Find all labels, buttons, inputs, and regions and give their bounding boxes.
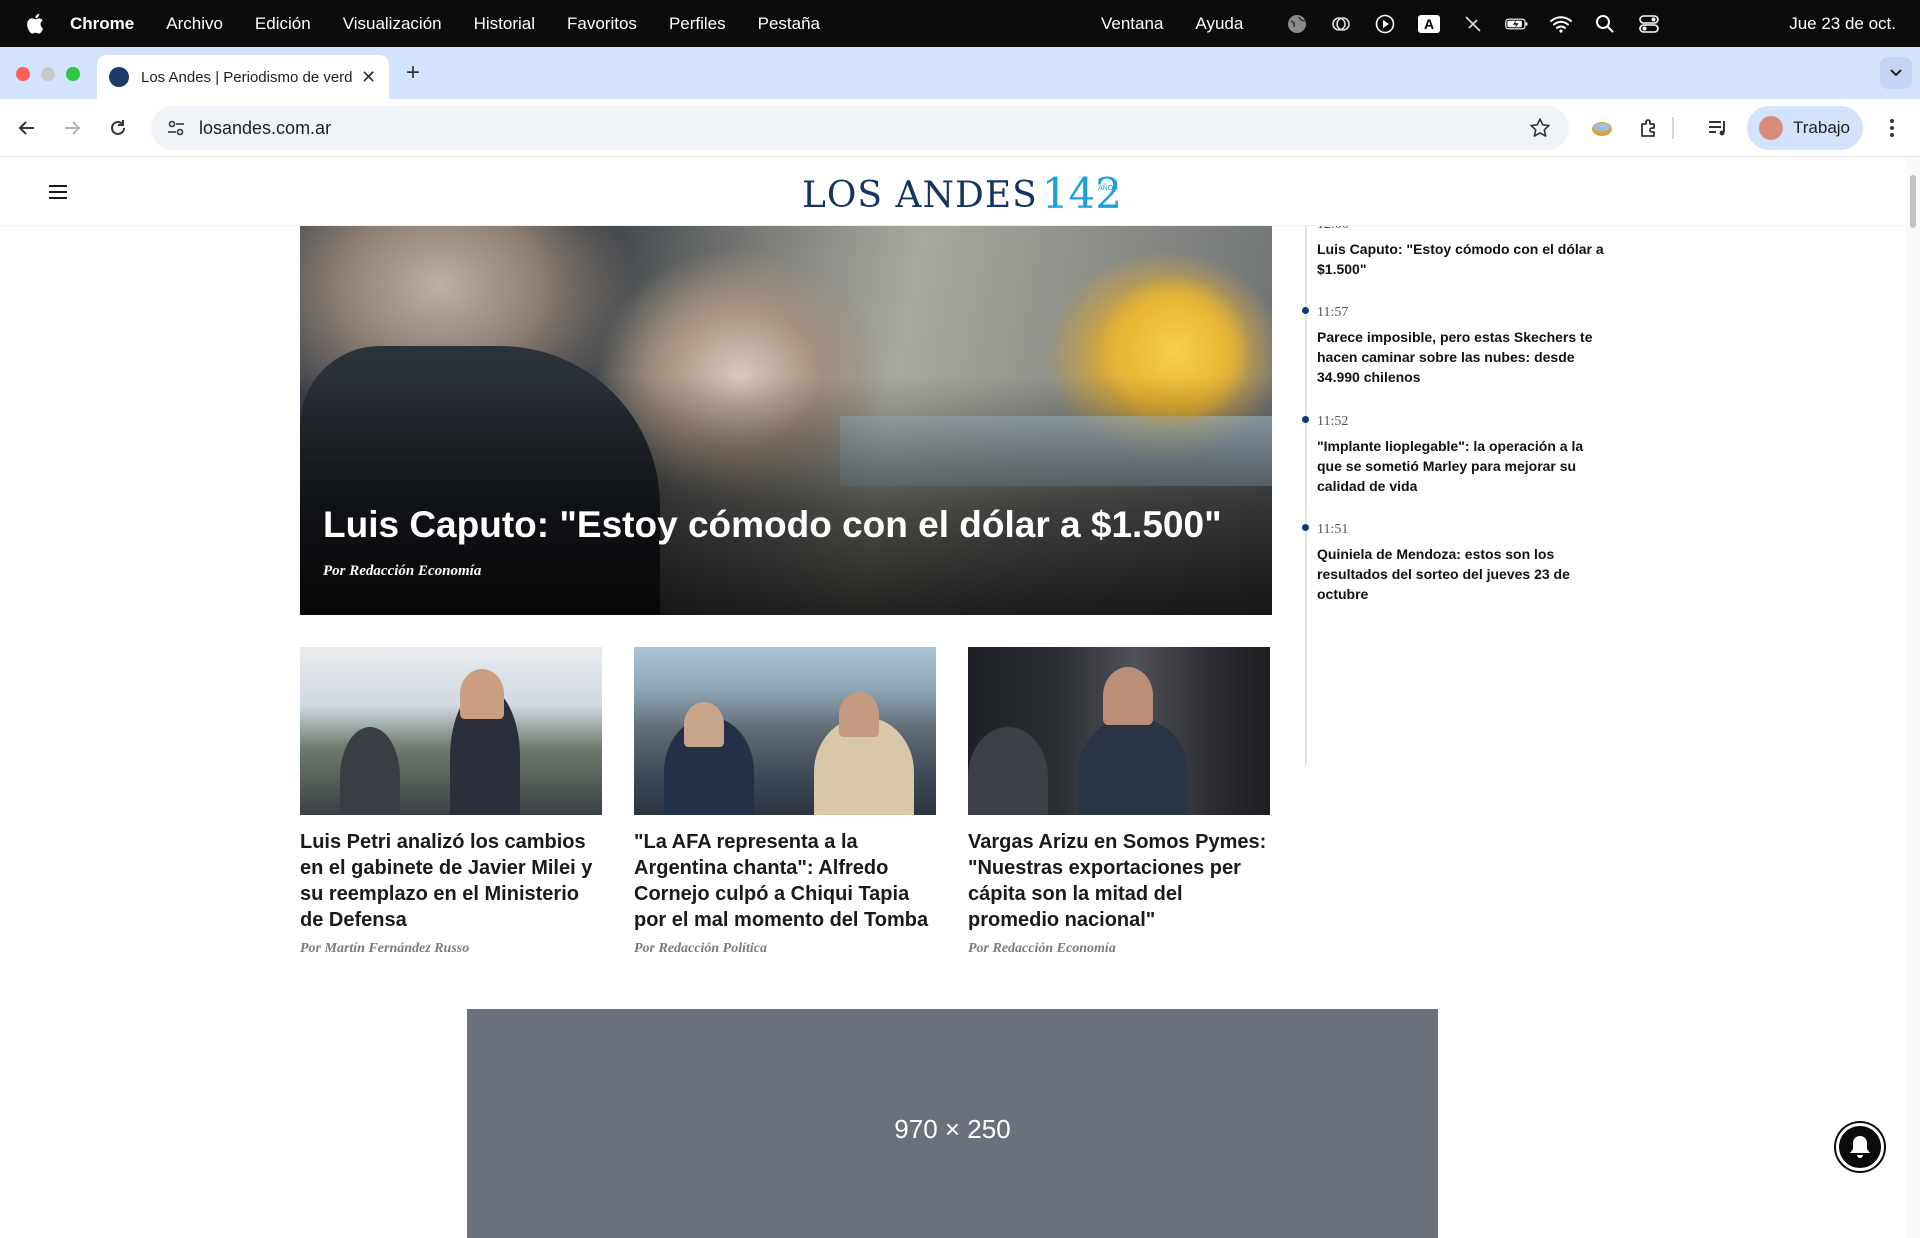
hero-headline[interactable]: Luis Caputo: "Estoy cómodo con el dólar … [323,503,1253,547]
bookmark-star-icon[interactable] [1529,117,1551,144]
feed-text[interactable]: Luis Caputo: "Estoy cómodo con el dólar … [1317,239,1605,279]
article-title[interactable]: "La AFA representa a la Argentina chanta… [634,829,936,933]
hamburger-menu-icon[interactable] [49,185,67,199]
ad-size-label: 970 × 250 [894,1114,1011,1144]
reload-button[interactable] [106,116,130,140]
site-favicon-icon [109,67,129,87]
browser-tab-strip: Los Andes | Periodismo de verdad ✕ + [0,47,1920,99]
tab-search-button[interactable] [1880,57,1912,89]
maximize-window-button[interactable] [66,67,80,81]
media-controls-icon[interactable] [1706,116,1730,140]
menu-pestana[interactable]: Pestaña [758,14,820,34]
logo-anniversary-number: 142 [1041,169,1122,218]
avatar [1759,116,1783,140]
article-image[interactable] [968,647,1270,815]
timeline-dot [1302,524,1309,531]
article-title[interactable]: Vargas Arizu en Somos Pymes: "Nuestras e… [968,829,1270,933]
feed-time: 11:52 [1317,414,1349,429]
web-page: LOS ANDES 142 AÑOS Luis Caputo: "Estoy c… [0,157,1920,1238]
timeline-dot [1302,416,1309,423]
feed-text[interactable]: "Implante lioplegable": la operación a l… [1317,436,1605,496]
menu-ayuda[interactable]: Ayuda [1195,14,1243,34]
timeline-dot [1302,307,1309,314]
site-info-icon[interactable] [165,117,187,139]
extension-cookie-icon[interactable] [1590,116,1614,140]
keyboard-letter: A [1418,14,1440,33]
feed-time: 11:51 [1317,522,1349,537]
spotlight-search-icon[interactable] [1593,12,1617,36]
new-tab-button[interactable]: + [406,59,420,87]
wifi-icon[interactable] [1549,12,1573,36]
menubar-clock[interactable]: Jue 23 de oct. [1789,0,1896,47]
browser-tab-active[interactable]: Los Andes | Periodismo de verdad ✕ [97,55,389,99]
address-bar[interactable]: losandes.com.ar [151,106,1569,150]
back-button[interactable] [15,116,39,140]
menu-visualizacion[interactable]: Visualización [343,14,442,34]
menu-edicion[interactable]: Edición [255,14,311,34]
forward-button[interactable] [60,116,84,140]
page-scrollbar[interactable] [1906,157,1920,1238]
article-image[interactable] [634,647,936,815]
menu-perfiles[interactable]: Perfiles [669,14,726,34]
profile-name: Trabajo [1793,118,1851,137]
logo-wordmark: LOS ANDES [802,175,1038,216]
hero-byline: Por Redacción Economía [323,563,482,579]
article-byline: Por Martín Fernández Russo [300,941,470,956]
article-card[interactable]: Vargas Arizu en Somos Pymes: "Nuestras e… [968,647,1270,957]
latest-news-feed: 12:00 Luis Caputo: "Estoy cómodo con el … [1302,217,1605,786]
globe-icon[interactable] [1285,12,1309,36]
scrollbar-thumb[interactable] [1910,175,1916,228]
extensions-puzzle-icon[interactable] [1637,116,1661,140]
profile-chip[interactable]: Trabajo [1747,106,1863,150]
apple-menu-icon[interactable] [0,13,70,34]
feed-text[interactable]: Quiniela de Mendoza: estos son los resul… [1317,544,1605,604]
browser-toolbar: losandes.com.ar Trabajo [0,99,1920,157]
window-controls [16,67,80,81]
keyboard-input-icon[interactable]: A [1417,12,1441,36]
control-center-icon[interactable] [1637,12,1661,36]
menu-archivo[interactable]: Archivo [166,14,223,34]
site-logo[interactable]: LOS ANDES 142 AÑOS [802,170,1122,216]
menu-app-name[interactable]: Chrome [70,14,134,34]
chrome-menu-icon[interactable] [1880,115,1904,141]
toolbar-divider [1672,117,1674,139]
battery-icon[interactable] [1505,12,1529,36]
url-text[interactable]: losandes.com.ar [199,118,331,139]
status-tray: A [1285,0,1661,47]
pen-slash-icon[interactable] [1461,12,1485,36]
article-image[interactable] [300,647,602,815]
article-card[interactable]: "La AFA representa a la Argentina chanta… [634,647,936,957]
site-header: LOS ANDES 142 AÑOS [0,157,1906,226]
macos-menu-bar: Chrome Archivo Edición Visualización His… [0,0,1920,47]
article-byline: Por Redacción Política [634,941,767,956]
close-window-button[interactable] [16,67,30,81]
feed-time: 11:57 [1317,305,1349,320]
play-icon[interactable] [1373,12,1397,36]
article-byline: Por Redacción Economía [968,941,1116,956]
menu-favoritos[interactable]: Favoritos [567,14,637,34]
notification-bell-icon[interactable] [1836,1123,1884,1171]
feed-text[interactable]: Parece imposible, pero estas Skechers te… [1317,327,1605,387]
ad-placeholder[interactable]: 970 × 250 [467,1009,1438,1238]
tab-title: Los Andes | Periodismo de verdad [141,68,353,86]
article-card[interactable]: Luis Petri analizó los cambios en el gab… [300,647,602,957]
menu-historial[interactable]: Historial [474,14,535,34]
menu-ventana[interactable]: Ventana [1101,14,1163,34]
hero-article[interactable]: Luis Caputo: "Estoy cómodo con el dólar … [300,226,1272,615]
screen-mirror-icon[interactable] [1329,12,1353,36]
logo-small-text: AÑOS [1098,185,1118,192]
article-title[interactable]: Luis Petri analizó los cambios en el gab… [300,829,602,933]
minimize-window-button[interactable] [41,67,55,81]
close-tab-icon[interactable]: ✕ [361,67,376,88]
